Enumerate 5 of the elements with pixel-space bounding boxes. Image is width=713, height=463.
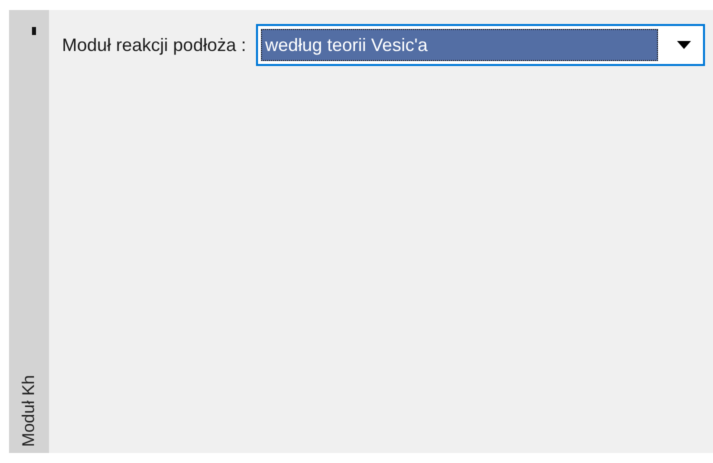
dropdown-arrow-icon bbox=[676, 40, 692, 50]
dropdown[interactable]: według teorii Vesic'a bbox=[256, 24, 705, 66]
side-tab[interactable]: Moduł Kh bbox=[19, 375, 39, 447]
tab-marker-icon bbox=[32, 27, 36, 35]
field-label: Moduł reakcji podłoża : bbox=[62, 34, 246, 56]
